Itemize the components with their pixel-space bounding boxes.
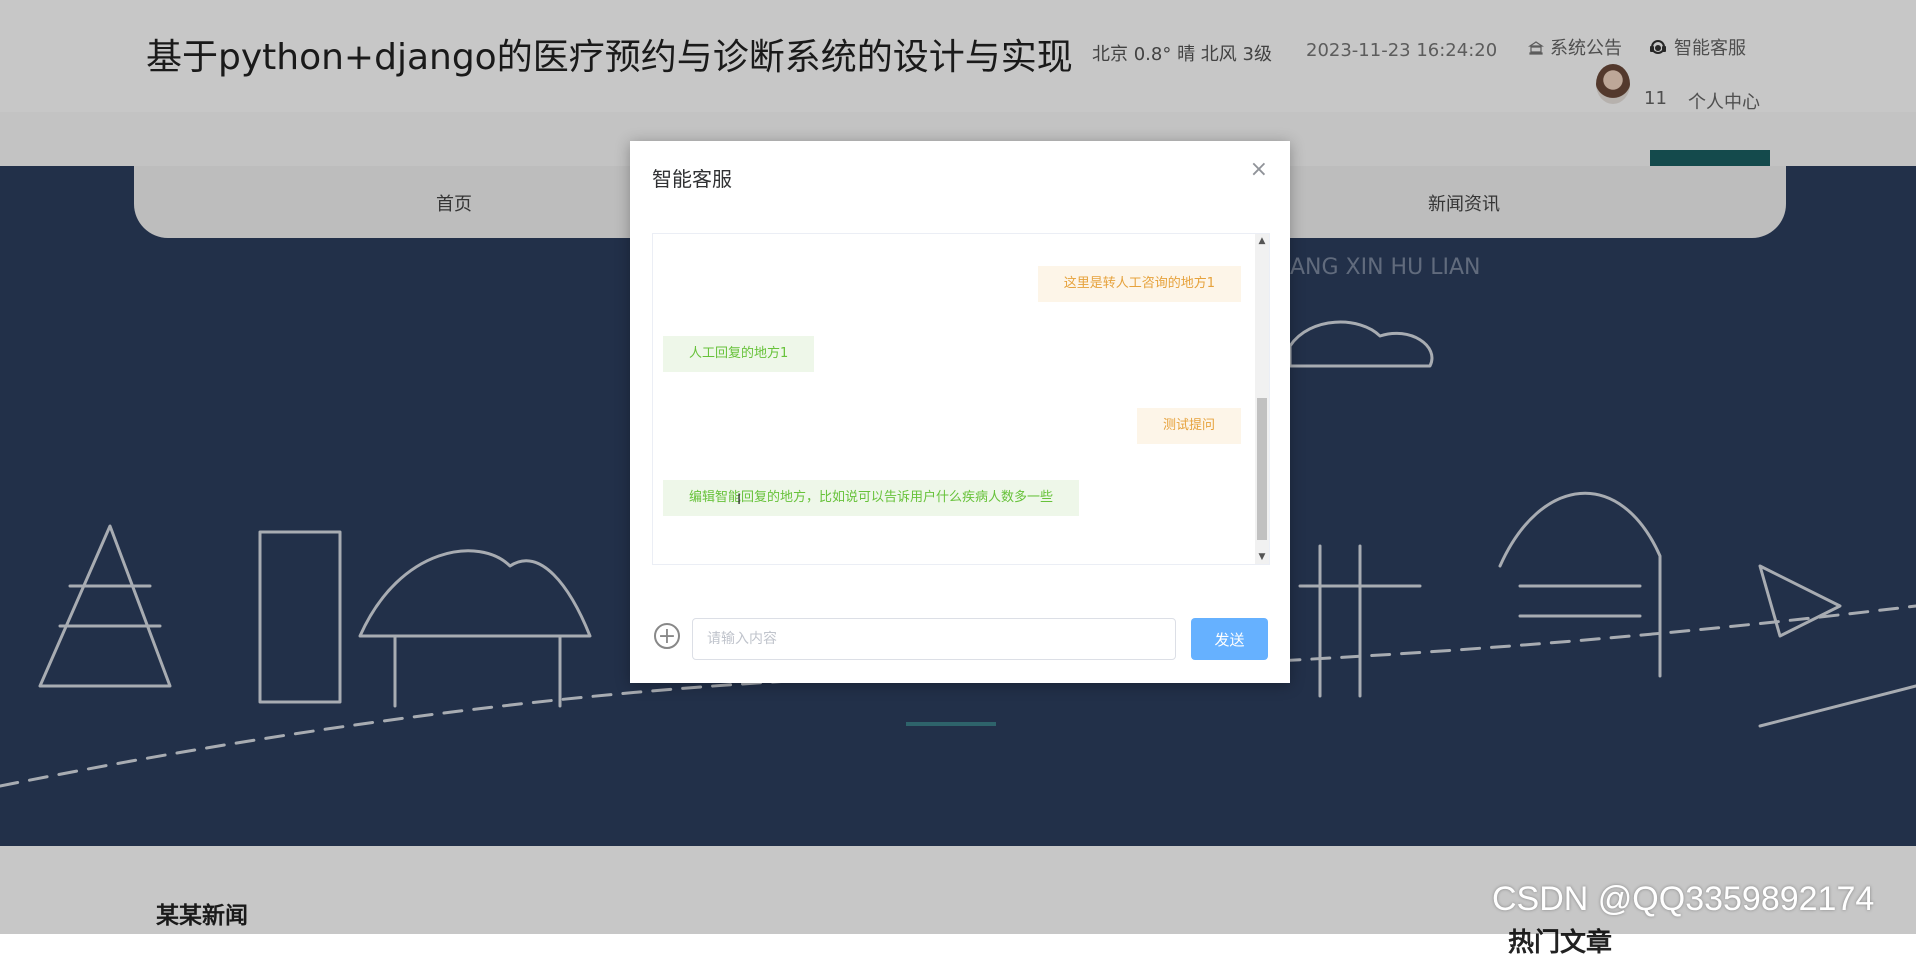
dialog-title: 智能客服 <box>652 167 732 191</box>
plus-circle-icon[interactable]: + <box>654 623 680 649</box>
chat-message-agent: 编辑智能回复的地方，比如说可以告诉用户什么疾病人数多一些 <box>663 480 1080 516</box>
chat-scrollbar[interactable]: ▲ ▼ <box>1255 234 1269 564</box>
chat-message-user: 这里是转人工咨询的地方1 <box>1037 266 1241 302</box>
send-button[interactable]: 发送 <box>1191 618 1268 660</box>
chat-message-user: 测试提问 <box>1136 408 1241 444</box>
scroll-down-icon[interactable]: ▼ <box>1255 550 1269 564</box>
scroll-thumb[interactable] <box>1257 398 1267 540</box>
close-icon[interactable]: × <box>1250 159 1268 181</box>
scroll-up-icon[interactable]: ▲ <box>1255 234 1269 248</box>
customer-service-dialog: 智能客服 × 这里是转人工咨询的地方1 人工回复的地方1 测试提问 编辑智能回复… <box>630 141 1290 683</box>
chat-message-agent: 人工回复的地方1 <box>663 336 815 372</box>
chat-history[interactable]: 这里是转人工咨询的地方1 人工回复的地方1 测试提问 编辑智能回复的地方，比如说… <box>652 233 1270 565</box>
chat-input[interactable] <box>692 618 1176 660</box>
watermark: CSDN @QQ3359892174 <box>1492 880 1875 918</box>
text-cursor-icon: I <box>737 492 742 508</box>
